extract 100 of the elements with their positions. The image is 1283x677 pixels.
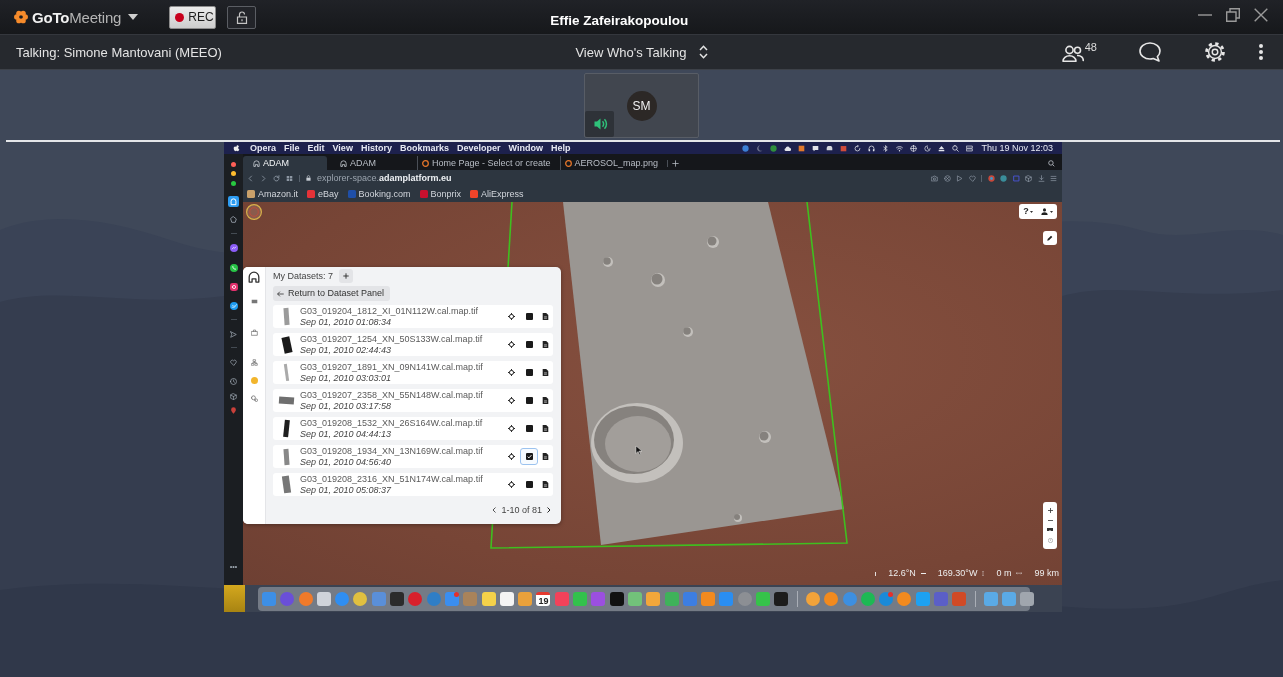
close-circle-icon[interactable] bbox=[943, 174, 951, 182]
dataset-row[interactable]: G03_019208_1934_XN_13N169W.cal.map.tif Sep 01, 2010 04:56:40 bbox=[273, 445, 553, 468]
browser-tab[interactable]: ADAM bbox=[330, 156, 414, 170]
wifi-icon[interactable] bbox=[896, 144, 904, 152]
apple-icon[interactable] bbox=[233, 144, 240, 152]
document-icon[interactable] bbox=[541, 481, 549, 488]
bookmark-link[interactable]: Amazon.it bbox=[247, 188, 299, 200]
cube-icon[interactable] bbox=[230, 392, 237, 400]
settings-button[interactable] bbox=[1204, 41, 1226, 63]
calendar-app-icon[interactable]: 19 bbox=[536, 591, 551, 606]
trapezoid-icon[interactable] bbox=[826, 144, 834, 152]
app-icon[interactable] bbox=[481, 591, 496, 606]
app-icon[interactable] bbox=[390, 591, 405, 606]
edit-button[interactable] bbox=[1043, 231, 1057, 245]
menu-item[interactable]: View bbox=[332, 143, 353, 153]
user-menu-button[interactable] bbox=[1041, 208, 1053, 215]
search-icon[interactable] bbox=[952, 144, 960, 152]
menu-item[interactable]: Developer bbox=[456, 143, 501, 153]
document-icon[interactable] bbox=[541, 453, 549, 460]
pin-icon[interactable] bbox=[230, 406, 237, 414]
close-button[interactable] bbox=[1254, 8, 1268, 22]
cube-icon[interactable] bbox=[1025, 174, 1032, 182]
document-icon[interactable] bbox=[541, 341, 549, 348]
lightning-bubble-icon[interactable] bbox=[229, 244, 238, 252]
square-icon[interactable] bbox=[840, 144, 848, 152]
play-icon[interactable] bbox=[956, 174, 963, 182]
return-button[interactable]: Return to Dataset Panel bbox=[273, 286, 391, 301]
document-icon[interactable] bbox=[541, 425, 549, 432]
new-tab-icon[interactable] bbox=[672, 159, 680, 167]
app-icon[interactable] bbox=[774, 591, 789, 606]
crosshair-icon[interactable] bbox=[507, 481, 515, 488]
cloud-icon[interactable] bbox=[784, 144, 792, 152]
chat-icon[interactable] bbox=[812, 144, 820, 152]
app-icon[interactable] bbox=[1020, 591, 1035, 606]
history-icon[interactable] bbox=[924, 144, 932, 152]
zoom-in-icon[interactable] bbox=[1047, 507, 1053, 513]
globe-icon[interactable] bbox=[910, 144, 918, 152]
dataset-row[interactable]: G03_019208_2316_XN_51N174W.cal.map.tif Sep 01, 2010 05:08:37 bbox=[273, 473, 553, 496]
forward-icon[interactable] bbox=[260, 174, 267, 182]
menu-item[interactable]: Bookmarks bbox=[399, 143, 449, 153]
menu-item[interactable]: Edit bbox=[307, 143, 325, 153]
sync-icon[interactable] bbox=[854, 144, 862, 152]
target-icon[interactable] bbox=[987, 174, 995, 182]
search-icon[interactable] bbox=[1048, 160, 1055, 167]
document-icon[interactable] bbox=[541, 369, 549, 376]
chevron-left-icon[interactable] bbox=[492, 507, 497, 513]
hierarchy-icon[interactable] bbox=[250, 358, 258, 366]
two-circles-icon[interactable] bbox=[250, 394, 258, 402]
home-tile-icon[interactable] bbox=[228, 195, 239, 207]
menu-item[interactable]: History bbox=[360, 143, 392, 153]
crosshair-icon[interactable] bbox=[507, 397, 515, 404]
round-logo-icon[interactable] bbox=[246, 204, 262, 220]
participants-button[interactable]: 48 bbox=[1061, 42, 1097, 62]
card-icon[interactable] bbox=[250, 297, 258, 305]
heart-icon[interactable] bbox=[230, 358, 237, 366]
dataset-row[interactable]: G03_019207_1891_XN_09N141W.cal.map.tif Sep 01, 2010 03:03:01 bbox=[273, 361, 553, 384]
reload-icon[interactable] bbox=[273, 174, 280, 182]
tiles-icon[interactable] bbox=[286, 174, 293, 182]
crosshair-icon[interactable] bbox=[507, 313, 515, 320]
send-icon[interactable] bbox=[230, 330, 237, 338]
stacked-bars-icon[interactable] bbox=[966, 144, 974, 152]
goggles-icon[interactable] bbox=[1047, 527, 1053, 532]
layer-button[interactable] bbox=[520, 448, 538, 465]
document-icon[interactable] bbox=[541, 397, 549, 404]
record-button[interactable]: REC bbox=[169, 5, 217, 29]
chevron-right-icon[interactable] bbox=[547, 507, 551, 513]
bookmark-link[interactable]: Booking.com bbox=[347, 188, 411, 200]
more-icon[interactable] bbox=[230, 565, 237, 568]
briefcase-icon[interactable] bbox=[250, 328, 258, 336]
crosshair-icon[interactable] bbox=[507, 369, 515, 376]
dataset-row[interactable]: G03_019204_1812_XI_01N112W.cal.map.tif Sep 01, 2010 01:08:34 bbox=[273, 305, 553, 328]
bluetooth-icon[interactable] bbox=[882, 144, 890, 152]
clock-icon[interactable] bbox=[230, 377, 237, 385]
add-dataset-button[interactable] bbox=[339, 269, 354, 283]
moon-icon[interactable] bbox=[756, 144, 764, 152]
bookmark-link[interactable]: AliExpress bbox=[470, 188, 524, 200]
menu-item[interactable]: File bbox=[284, 143, 300, 153]
caret-icon[interactable] bbox=[128, 14, 139, 20]
phone-bubble-icon[interactable] bbox=[229, 264, 238, 272]
browser-tab[interactable]: ADAM bbox=[243, 156, 327, 170]
menu-item[interactable]: Help bbox=[550, 143, 571, 153]
pentagon-icon[interactable] bbox=[230, 215, 237, 223]
document-icon[interactable] bbox=[541, 313, 549, 320]
app-icon[interactable] bbox=[609, 591, 624, 606]
lock-button[interactable] bbox=[227, 5, 257, 29]
help-menu-button[interactable]: ? bbox=[1023, 206, 1034, 217]
dataset-row[interactable]: G03_019207_1254_XN_50S133W.cal.map.tif Sep 01, 2010 02:44:43 bbox=[273, 333, 553, 356]
heart-icon[interactable] bbox=[968, 174, 976, 182]
app-icon[interactable] bbox=[353, 591, 368, 606]
menu-item[interactable]: Window bbox=[508, 143, 543, 153]
crosshair-icon[interactable] bbox=[507, 425, 515, 432]
square-icon[interactable] bbox=[798, 144, 806, 152]
app-icon[interactable] bbox=[499, 591, 514, 606]
menu-item[interactable]: Opera bbox=[250, 143, 276, 153]
bookmark-link[interactable]: Bonprix bbox=[419, 188, 462, 200]
dataset-row[interactable]: G03_019208_1532_XN_26S164W.cal.map.tif Sep 01, 2010 04:44:13 bbox=[273, 417, 553, 440]
chat-button[interactable] bbox=[1139, 42, 1161, 62]
restore-button[interactable] bbox=[1226, 8, 1240, 22]
bird-icon[interactable] bbox=[229, 302, 238, 310]
eject-icon[interactable] bbox=[938, 144, 946, 152]
